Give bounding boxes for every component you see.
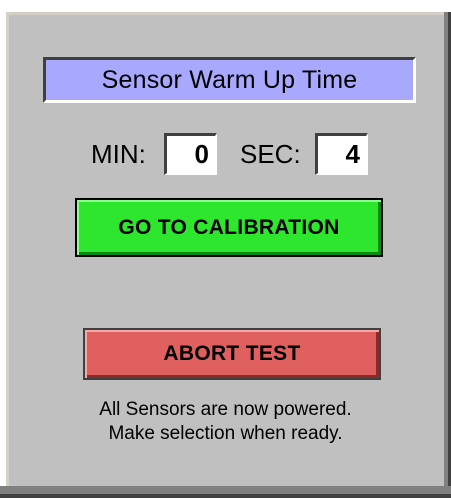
status-line-1: All Sensors are now powered. xyxy=(99,399,352,420)
go-to-calibration-button[interactable]: GO TO CALIBRATION xyxy=(75,198,383,257)
panel-top-edge xyxy=(0,0,451,12)
status-line-2: Make selection when ready. xyxy=(108,423,343,444)
abort-test-button[interactable]: ABORT TEST xyxy=(83,328,381,380)
min-label: MIN: xyxy=(91,139,146,169)
panel-top-inner-edge xyxy=(9,12,444,15)
warm-up-panel: Sensor Warm Up Time MIN: 0 SEC: 4 GO TO … xyxy=(0,0,451,498)
status-message: All Sensors are now powered. Make select… xyxy=(0,398,451,446)
sec-label: SEC: xyxy=(240,139,301,169)
panel-bottom-dark-edge xyxy=(0,494,451,498)
sec-field[interactable]: 4 xyxy=(315,133,368,175)
min-field[interactable]: 0 xyxy=(164,133,217,175)
warm-up-time-row: MIN: 0 SEC: 4 xyxy=(0,133,451,177)
sensor-warm-up-title: Sensor Warm Up Time xyxy=(43,57,416,103)
